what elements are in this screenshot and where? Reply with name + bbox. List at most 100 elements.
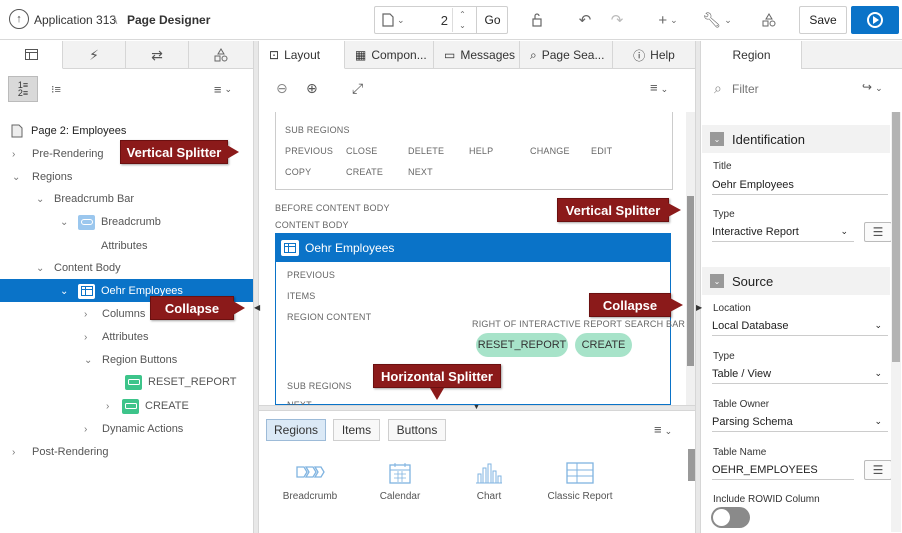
tab-shared-components[interactable] xyxy=(189,41,252,69)
undo-icon[interactable]: ↶ xyxy=(572,6,598,34)
save-button[interactable]: Save xyxy=(799,6,847,34)
utilities-wrench-icon[interactable]: 🔧︎ ⌄ xyxy=(700,6,734,34)
go-to-group-icon[interactable]: ↪ ⌄ xyxy=(862,80,883,94)
layout-menu-icon[interactable]: ≡ ⌄ xyxy=(650,80,668,95)
table-owner-select[interactable]: Parsing Schema ⌄ xyxy=(712,412,888,432)
title-field[interactable]: Oehr Employees xyxy=(712,175,888,195)
tree-node-breadcrumb[interactable]: ⌄ Breadcrumb xyxy=(60,212,161,232)
region-type-select[interactable]: Interactive Report ⌄ xyxy=(712,222,854,242)
view-by-type-icon[interactable]: ⁝≡ xyxy=(44,76,68,102)
gallery-item-classic-report[interactable]: Classic Report xyxy=(535,462,625,502)
tab-component-view[interactable]: ▦ Compon... xyxy=(345,41,434,69)
tree-node-columns[interactable]: › Columns xyxy=(84,304,145,324)
tab-layout[interactable]: ⊡ Layout xyxy=(259,41,345,69)
right-of-ir-label: RIGHT OF INTERACTIVE REPORT SEARCH BAR xyxy=(472,319,686,329)
location-label: Location xyxy=(713,303,751,314)
callout-arrow xyxy=(670,298,683,312)
section-title: Identification xyxy=(732,131,805,147)
shared-components-icon[interactable] xyxy=(756,6,782,34)
tree-node-region-buttons[interactable]: ⌄ Region Buttons xyxy=(84,350,177,370)
page-icon[interactable]: ⌄ xyxy=(382,10,408,30)
collapse-right-arrow-icon[interactable]: ▶ xyxy=(696,303,702,312)
create-menu-icon[interactable]: + ⌄ xyxy=(652,6,684,34)
region-sub-regions-label: SUB REGIONS xyxy=(287,381,352,391)
section-source[interactable]: ⌄ Source xyxy=(702,267,890,295)
table-name-label: Table Name xyxy=(713,447,767,458)
go-button[interactable]: Go xyxy=(476,6,508,34)
reset-report-chip[interactable]: RESET_REPORT xyxy=(476,333,568,357)
tree-menu-icon[interactable]: ≡ ⌄ xyxy=(208,80,238,98)
tree-node-create[interactable]: › CREATE xyxy=(106,396,189,416)
gallery-scroll-thumb[interactable] xyxy=(688,449,695,481)
table-name-list-button[interactable]: ☰ xyxy=(864,460,892,480)
tab-page-search[interactable]: ⌕ Page Sea... xyxy=(520,41,613,69)
collapse-left-arrow-icon[interactable]: ◀ xyxy=(254,303,260,312)
source-type-select[interactable]: Table / View ⌄ xyxy=(712,364,888,384)
page-icon xyxy=(8,124,25,139)
gallery-tab-items[interactable]: Items xyxy=(333,419,380,441)
gallery-menu-icon[interactable]: ≡ ⌄ xyxy=(654,422,672,437)
gallery-item-label: Breadcrumb xyxy=(282,491,338,502)
region-previous-label: PREVIOUS xyxy=(287,270,336,280)
gallery-tab-regions[interactable]: Regions xyxy=(266,419,326,441)
collapse-down-arrow-icon[interactable]: ▼ xyxy=(473,404,480,411)
breadcrumb-app[interactable]: Application 313 xyxy=(34,13,116,27)
table-name-field[interactable]: OEHR_EMPLOYEES xyxy=(712,460,854,480)
type-list-button[interactable]: ☰ xyxy=(864,222,892,242)
zoom-in-icon[interactable]: ⊕ xyxy=(306,80,318,97)
component-view-icon: ▦ xyxy=(355,48,367,62)
tree-node-dynamic-actions[interactable]: › Dynamic Actions xyxy=(84,419,183,439)
tree-label: Attributes xyxy=(101,240,148,252)
tab-processing[interactable]: ⇄ xyxy=(126,41,189,69)
tree-node-pre-rendering[interactable]: › Pre-Rendering xyxy=(12,144,104,164)
redo-icon[interactable]: ↷ xyxy=(604,6,630,34)
lock-page-icon[interactable] xyxy=(523,6,551,34)
tree-node-attributes[interactable]: Attributes xyxy=(101,236,147,256)
property-scroll-thumb[interactable] xyxy=(892,112,900,362)
tab-label: Page Sea... xyxy=(541,48,605,62)
tab-rendering[interactable] xyxy=(0,41,63,69)
chevron-down-icon: ⌄ xyxy=(874,368,882,378)
tree-node-attributes-2[interactable]: › Attributes xyxy=(84,327,148,347)
tab-help[interactable]: ⓘ Help xyxy=(613,41,695,69)
tab-dynamic-actions[interactable]: ⚡︎ xyxy=(63,41,126,69)
create-chip[interactable]: CREATE xyxy=(575,333,632,357)
zoom-out-icon[interactable]: ⊖ xyxy=(276,80,288,97)
layout-icon: ⊡ xyxy=(269,47,280,62)
filter-input[interactable] xyxy=(732,80,852,98)
page-stepper[interactable]: ⌃ ⌄ xyxy=(452,8,472,32)
section-identification[interactable]: ⌄ Identification xyxy=(702,125,890,153)
tree-label: Columns xyxy=(102,308,146,320)
expand-icon[interactable]: ⤢ xyxy=(352,80,363,97)
tree-node-reset-report[interactable]: RESET_REPORT xyxy=(125,372,236,392)
tree-label-page: Page 2: Employees xyxy=(31,125,127,137)
location-select[interactable]: Local Database ⌄ xyxy=(712,316,888,336)
gallery-item-calendar[interactable]: Calendar xyxy=(355,462,445,502)
tree-node-content-body[interactable]: ⌄ Content Body xyxy=(36,258,121,278)
tree-node-regions[interactable]: ⌄ Regions xyxy=(12,167,72,187)
gallery-item-breadcrumb[interactable]: Breadcrumb xyxy=(265,462,355,502)
tree-label: Dynamic Actions xyxy=(102,423,184,435)
region-header[interactable]: Oehr Employees xyxy=(275,233,671,262)
page-number-input[interactable] xyxy=(412,10,448,30)
layout-scroll-thumb[interactable] xyxy=(687,196,694,366)
left-vertical-splitter[interactable] xyxy=(253,41,259,533)
chevron-down-icon: ⌄ xyxy=(874,320,882,330)
right-vertical-splitter[interactable] xyxy=(695,41,701,533)
include-rowid-toggle[interactable] xyxy=(711,507,750,528)
tab-region[interactable]: Region xyxy=(702,41,802,69)
classic-report-gallery-icon xyxy=(566,462,594,484)
tree-label: Attributes xyxy=(102,331,149,343)
gallery-tab-buttons[interactable]: Buttons xyxy=(388,419,446,441)
view-by-order-icon[interactable]: 1≡ 2≡ xyxy=(8,76,38,102)
interactive-report-icon xyxy=(281,239,299,256)
chart-gallery-icon xyxy=(476,463,502,484)
save-and-run-button[interactable] xyxy=(851,6,899,34)
tree-node-page[interactable]: Page 2: Employees xyxy=(8,121,126,141)
app-home-icon[interactable]: ↑ xyxy=(9,9,29,29)
gallery-item-chart[interactable]: Chart xyxy=(444,462,534,502)
tab-messages[interactable]: ▭ Messages xyxy=(434,41,520,69)
tree-node-breadcrumb-bar[interactable]: ⌄ Breadcrumb Bar xyxy=(36,189,134,209)
collapse-section-icon: ⌄ xyxy=(710,132,724,146)
tree-node-post-rendering[interactable]: › Post-Rendering xyxy=(12,442,108,462)
